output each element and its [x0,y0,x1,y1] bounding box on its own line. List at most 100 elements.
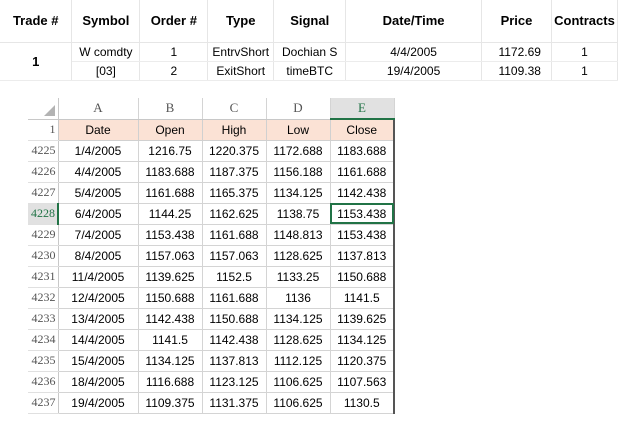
row-header[interactable]: 4226 [28,161,59,183]
trade-col-header: Order # [139,0,209,43]
cell-open[interactable]: 1183.688 [138,161,203,183]
cell-low[interactable]: 1134.125 [266,308,331,330]
cell-date[interactable]: 19/4/2005 [58,392,139,414]
cell-close[interactable]: 1153.438 [330,203,395,225]
cell-low[interactable]: 1112.125 [266,350,331,372]
cell-date[interactable]: 11/4/2005 [58,266,139,288]
cell-date[interactable]: 7/4/2005 [58,224,139,246]
cell-date[interactable]: 12/4/2005 [58,287,139,309]
cell-low[interactable]: 1134.125 [266,182,331,204]
cell-open[interactable]: 1153.438 [138,224,203,246]
cell-high[interactable]: 1152.5 [202,266,267,288]
cell-close[interactable]: 1137.813 [330,245,395,267]
cell-high[interactable]: 1161.688 [202,287,267,309]
cell-low[interactable]: 1138.75 [266,203,331,225]
cell-open[interactable]: 1216.75 [138,140,203,162]
select-all-button[interactable] [28,98,59,120]
cell-high[interactable]: 1123.125 [202,371,267,393]
cell-high[interactable]: 1161.688 [202,224,267,246]
cell-open[interactable]: 1161.688 [138,182,203,204]
trade-datetime: 4/4/2005 [345,42,482,62]
cell-high[interactable]: 1131.375 [202,392,267,414]
cell-date[interactable]: 8/4/2005 [58,245,139,267]
row-header[interactable]: 4237 [28,392,59,414]
cell-close[interactable]: 1153.438 [330,224,395,246]
cell-low[interactable]: 1133.25 [266,266,331,288]
header-cell-close[interactable]: Close [330,119,395,141]
trade-number: 1 [0,42,73,81]
trade-col-header: Contracts [551,0,618,43]
cell-close[interactable]: 1183.688 [330,140,395,162]
cell-date[interactable]: 5/4/2005 [58,182,139,204]
cell-low[interactable]: 1128.625 [266,329,331,351]
cell-low[interactable]: 1128.625 [266,245,331,267]
header-cell-high[interactable]: High [202,119,267,141]
cell-open[interactable]: 1116.688 [138,371,203,393]
sheet-row: 4225 1/4/2005 1216.75 1220.375 1172.688 1183.… [28,140,395,162]
cell-low[interactable]: 1136 [266,287,331,309]
row-header[interactable]: 4228 [28,203,59,225]
row-header[interactable]: 4231 [28,266,59,288]
row-header[interactable]: 4233 [28,308,59,330]
row-header[interactable]: 4225 [28,140,59,162]
cell-close[interactable]: 1130.5 [330,392,395,414]
column-header-c[interactable]: C [202,98,267,120]
cell-date[interactable]: 15/4/2005 [58,350,139,372]
cell-high[interactable]: 1157.063 [202,245,267,267]
cell-open[interactable]: 1150.688 [138,287,203,309]
cell-open[interactable]: 1139.625 [138,266,203,288]
cell-low[interactable]: 1106.625 [266,392,331,414]
cell-low[interactable]: 1148.813 [266,224,331,246]
cell-open[interactable]: 1141.5 [138,329,203,351]
cell-close[interactable]: 1139.625 [330,308,395,330]
sheet-header-row: 1 Date Open High Low Close [28,119,395,141]
cell-close[interactable]: 1120.375 [330,350,395,372]
row-header[interactable]: 4234 [28,329,59,351]
cell-date[interactable]: 13/4/2005 [58,308,139,330]
header-cell-open[interactable]: Open [138,119,203,141]
row-header[interactable]: 4230 [28,245,59,267]
trade-row: [03] 2 ExitShort timeBTC 19/4/2005 1109.… [0,61,618,81]
cell-low[interactable]: 1106.625 [266,371,331,393]
row-header[interactable]: 4229 [28,224,59,246]
cell-date[interactable]: 18/4/2005 [58,371,139,393]
row-header[interactable]: 4236 [28,371,59,393]
cell-close[interactable]: 1134.125 [330,329,395,351]
cell-high[interactable]: 1165.375 [202,182,267,204]
cell-low[interactable]: 1172.688 [266,140,331,162]
cell-open[interactable]: 1142.438 [138,308,203,330]
column-header-d[interactable]: D [266,98,331,120]
cell-open[interactable]: 1134.125 [138,350,203,372]
cell-close[interactable]: 1161.688 [330,161,395,183]
cell-close[interactable]: 1142.438 [330,182,395,204]
row-header[interactable]: 4227 [28,182,59,204]
cell-close[interactable]: 1141.5 [330,287,395,309]
column-header-b[interactable]: B [138,98,203,120]
cell-open[interactable]: 1157.063 [138,245,203,267]
sheet-row: 4229 7/4/2005 1153.438 1161.688 1148.813 1153… [28,224,395,246]
cell-high[interactable]: 1187.375 [202,161,267,183]
row-header[interactable]: 4232 [28,287,59,309]
cell-high[interactable]: 1150.688 [202,308,267,330]
header-cell-date[interactable]: Date [58,119,139,141]
cell-close[interactable]: 1107.563 [330,371,395,393]
cell-high[interactable]: 1142.438 [202,329,267,351]
cell-date[interactable]: 6/4/2005 [58,203,139,225]
cell-high[interactable]: 1220.375 [202,140,267,162]
row-header-1[interactable]: 1 [28,119,59,141]
cell-open[interactable]: 1144.25 [138,203,203,225]
sheet-row: 4233 13/4/2005 1142.438 1150.688 1134.125 113… [28,308,395,330]
column-header-e[interactable]: E [330,98,395,120]
cell-high[interactable]: 1137.813 [202,350,267,372]
cell-high[interactable]: 1162.625 [202,203,267,225]
column-header-a[interactable]: A [58,98,139,120]
cell-open[interactable]: 1109.375 [138,392,203,414]
row-header[interactable]: 4235 [28,350,59,372]
cell-date[interactable]: 4/4/2005 [58,161,139,183]
header-cell-low[interactable]: Low [266,119,331,141]
cell-date[interactable]: 1/4/2005 [58,140,139,162]
cell-close[interactable]: 1150.688 [330,266,395,288]
sheet-row: 4236 18/4/2005 1116.688 1123.125 1106.625 110… [28,371,395,393]
cell-low[interactable]: 1156.188 [266,161,331,183]
cell-date[interactable]: 14/4/2005 [58,329,139,351]
